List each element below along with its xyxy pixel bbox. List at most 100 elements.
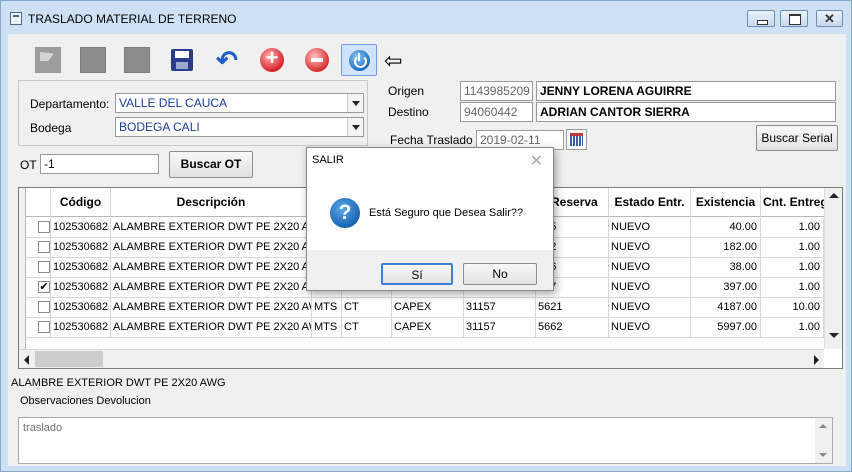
close-icon[interactable]: ✕ — [530, 151, 543, 171]
estado-cell: NUEVO — [609, 258, 691, 278]
dialog-footer: Sí No — [307, 250, 553, 290]
no-button[interactable]: No — [463, 263, 537, 285]
unidad-cell: MTS — [312, 318, 342, 338]
ot-field[interactable]: -1 — [40, 154, 159, 174]
checkbox-cell — [26, 258, 51, 278]
bodega-select[interactable]: BODEGA CALI — [115, 117, 364, 137]
checkbox-column-header[interactable] — [26, 188, 51, 217]
clase-cell: CAPEX — [392, 298, 464, 318]
cnt-cell: 1.00 — [761, 318, 824, 338]
row-checkbox[interactable]: ✔ — [38, 281, 50, 293]
clase-cell: CAPEX — [392, 318, 464, 338]
destino-label: Destino — [388, 105, 429, 119]
codigo-cell: 102530682 — [51, 278, 111, 298]
existencia-cell: 182.00 — [691, 238, 761, 258]
observaciones-value: traslado — [23, 422, 63, 434]
desc-cell: ALAMBRE EXTERIOR DWT PE 2X20 AWG — [111, 238, 312, 258]
title-bar: TRASLADO MATERIAL DE TERRENO ✕ — [1, 1, 851, 33]
checkbox-cell: ✔ — [26, 278, 51, 298]
checkbox-cell — [26, 298, 51, 318]
checkbox-cell — [26, 218, 51, 238]
ot-label: OT — [20, 158, 37, 172]
existencia-cell: 38.00 — [691, 258, 761, 278]
minimize-button[interactable] — [747, 10, 775, 27]
desc-cell: ALAMBRE EXTERIOR DWT PE 2X20 AWG — [111, 218, 312, 238]
ot-cell: 31157 — [464, 298, 536, 318]
destino-name-field[interactable]: ADRIAN CANTOR SIERRA — [536, 102, 836, 122]
bodega-label: Bodega — [30, 121, 72, 135]
row-checkbox[interactable] — [38, 321, 50, 333]
observaciones-textarea[interactable]: traslado — [18, 417, 833, 464]
buscar-serial-button[interactable]: Buscar Serial — [756, 125, 838, 151]
desc-cell: ALAMBRE EXTERIOR DWT PE 2X20 AWG — [111, 298, 312, 318]
checkbox-cell — [26, 318, 51, 338]
exit-button[interactable] — [341, 44, 377, 76]
flag-icon[interactable] — [35, 47, 61, 73]
maximize-button[interactable] — [780, 10, 808, 27]
disabled-tool-button[interactable] — [124, 47, 150, 73]
cnt-cell: 1.00 — [761, 238, 824, 258]
scroll-thumb[interactable] — [35, 351, 103, 367]
origen-name-field[interactable]: JENNY LORENA AGUIRRE — [536, 81, 836, 101]
undo-icon[interactable]: ↶ — [214, 47, 240, 73]
codigo-cell: 102530682 — [51, 218, 111, 238]
table-row[interactable]: 102530682 ALAMBRE EXTERIOR DWT PE 2X20 AW… — [19, 298, 827, 318]
destino-id-field[interactable]: 94060442 — [460, 102, 533, 122]
observaciones-label: Observaciones Devolucion — [20, 395, 151, 407]
codigo-cell: 102530682 — [51, 258, 111, 278]
close-window-button[interactable]: ✕ — [816, 10, 843, 27]
app-icon — [10, 12, 22, 25]
descripcion-header[interactable]: Descripción — [111, 188, 312, 217]
reserva-cell: 5662 — [536, 318, 609, 338]
row-checkbox[interactable] — [38, 301, 50, 313]
departamento-select[interactable]: VALLE DEL CAUCA — [115, 93, 364, 113]
textarea-scrollbar[interactable] — [815, 418, 832, 463]
row-checkbox[interactable] — [38, 241, 50, 253]
question-icon: ? — [330, 198, 360, 228]
table-row[interactable]: 102530682 ALAMBRE EXTERIOR DWT PE 2X20 AW… — [19, 318, 827, 338]
disabled-tool-button[interactable] — [80, 47, 106, 73]
estado-cell: NUEVO — [609, 298, 691, 318]
departamento-label: Departamento: — [30, 97, 110, 111]
departamento-value: VALLE DEL CAUCA — [119, 96, 228, 110]
reserva-cell: 5621 — [536, 298, 609, 318]
buscar-ot-button[interactable]: Buscar OT — [169, 151, 253, 178]
selected-description: ALAMBRE EXTERIOR DWT PE 2X20 AWG — [11, 377, 226, 389]
row-checkbox[interactable] — [38, 261, 50, 273]
estado-cell: NUEVO — [609, 278, 691, 298]
cnt-cell: 10.00 — [761, 298, 824, 318]
vertical-scrollbar[interactable] — [824, 188, 842, 349]
existencia-header[interactable]: Existencia — [691, 188, 761, 217]
save-icon[interactable] — [171, 49, 193, 71]
yes-button[interactable]: Sí — [381, 263, 453, 285]
bodega-value: BODEGA CALI — [119, 120, 200, 134]
scroll-down-icon[interactable] — [829, 333, 839, 338]
origen-id-field[interactable]: 1143985209 — [460, 81, 533, 101]
horizontal-scrollbar[interactable] — [19, 349, 824, 368]
estado-header[interactable]: Estado Entr. — [609, 188, 691, 217]
row-checkbox[interactable] — [38, 221, 50, 233]
scroll-left-icon[interactable] — [24, 355, 29, 365]
calendar-icon[interactable] — [566, 129, 587, 150]
power-icon — [349, 50, 370, 71]
scroll-up-icon[interactable] — [819, 424, 827, 428]
cnt-entregada-header[interactable]: Cnt. Entreg — [761, 188, 825, 217]
add-icon[interactable] — [260, 45, 284, 72]
dialog-message: Está Seguro que Desea Salir?? — [369, 207, 524, 219]
tipo-cell: CT — [342, 298, 392, 318]
checkbox-cell — [26, 238, 51, 258]
desc-cell: ALAMBRE EXTERIOR DWT PE 2X20 AWG — [111, 278, 312, 298]
dialog-title: SALIR — [312, 154, 344, 166]
remove-icon[interactable] — [305, 48, 329, 72]
chevron-down-icon[interactable] — [347, 118, 363, 136]
chevron-down-icon[interactable] — [347, 94, 363, 112]
existencia-cell: 397.00 — [691, 278, 761, 298]
ot-cell: 31157 — [464, 318, 536, 338]
codigo-cell: 102530682 — [51, 318, 111, 338]
codigo-header[interactable]: Código — [51, 188, 111, 217]
scroll-up-icon[interactable] — [829, 193, 839, 198]
scroll-right-icon[interactable] — [814, 355, 819, 365]
codigo-cell: 102530682 — [51, 238, 111, 258]
scroll-down-icon[interactable] — [819, 453, 827, 457]
estado-cell: NUEVO — [609, 218, 691, 238]
